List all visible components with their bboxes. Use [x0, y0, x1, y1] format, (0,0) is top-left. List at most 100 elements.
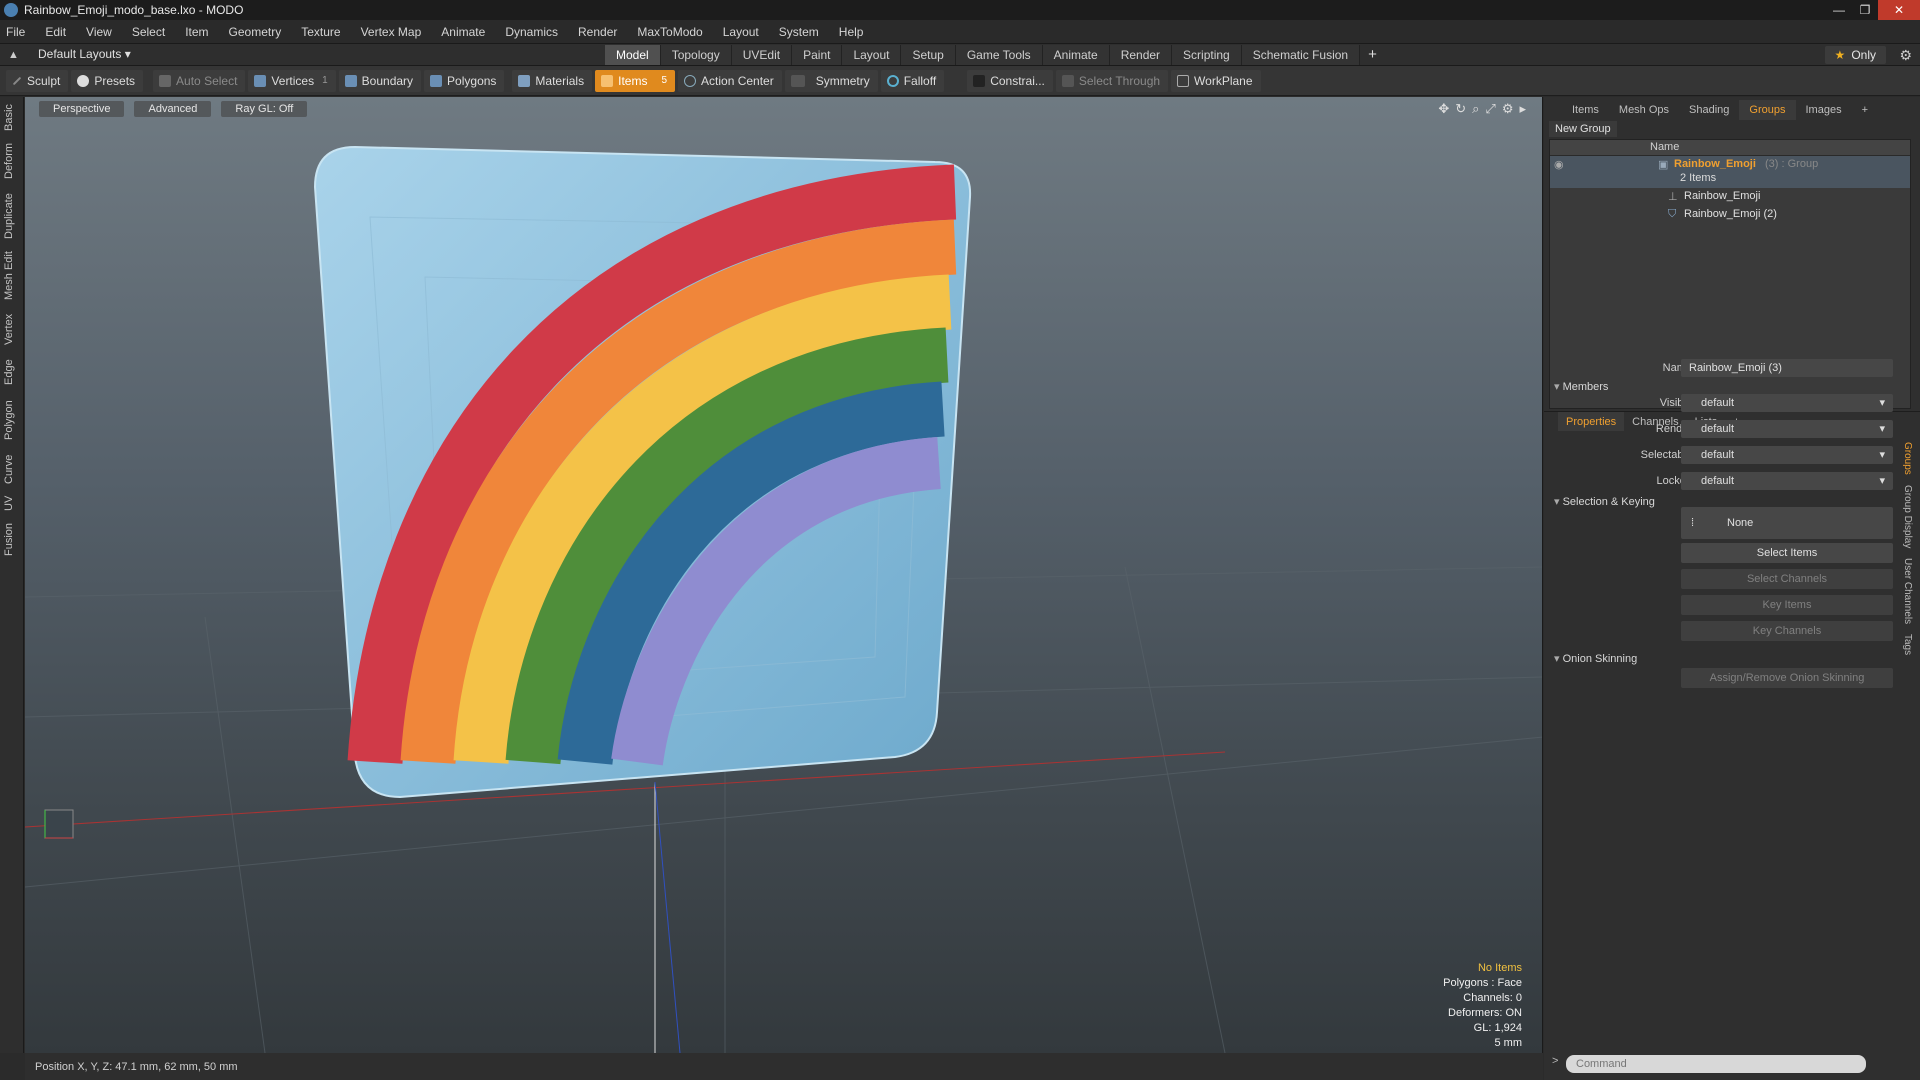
locked-dropdown[interactable]: default [1681, 472, 1893, 490]
list-item[interactable]: ⊥ Rainbow_Emoji [1550, 188, 1910, 206]
polygons-button[interactable]: Polygons [424, 69, 505, 92]
menu-layout[interactable]: Layout [723, 25, 759, 39]
menu-view[interactable]: View [86, 25, 112, 39]
menu-item[interactable]: Item [185, 25, 208, 39]
tab-layout[interactable]: Layout [842, 45, 902, 65]
gear-icon[interactable]: ⚙ [1899, 47, 1912, 64]
add-panel-tab[interactable]: + [1852, 100, 1878, 120]
tab-uvedit[interactable]: UVEdit [731, 45, 793, 65]
left-tab-uv[interactable]: UV [3, 493, 21, 513]
left-tab-basic[interactable]: Basic [3, 103, 21, 133]
left-tab-duplicate[interactable]: Duplicate [3, 191, 21, 241]
add-tab-icon[interactable]: + [1360, 45, 1385, 65]
layout-home-icon[interactable]: ▲ [8, 49, 20, 61]
workplane-button[interactable]: WorkPlane [1171, 69, 1261, 92]
command-input[interactable]: Command [1566, 1055, 1866, 1073]
menu-select[interactable]: Select [132, 25, 165, 39]
onion-skinning-button[interactable]: Assign/Remove Onion Skinning [1681, 668, 1893, 688]
selectable-dropdown[interactable]: default [1681, 446, 1893, 464]
sculpt-button[interactable]: Sculpt [6, 69, 69, 92]
action-center-button[interactable]: Action Center [678, 69, 782, 92]
vertices-button[interactable]: Vertices 1 [248, 69, 336, 92]
zoom-icon[interactable]: ⌕ [1472, 101, 1479, 117]
tab-animate[interactable]: Animate [1042, 45, 1110, 65]
left-tab-edge[interactable]: Edge [3, 357, 21, 387]
3d-viewport[interactable]: Perspective Advanced Ray GL: Off ✥ ↻ ⌕ ⤢… [25, 97, 1543, 1053]
onion-skinning-section[interactable]: Onion Skinning [1554, 652, 1638, 665]
tab-items[interactable]: Items [1562, 100, 1609, 120]
items-button[interactable]: Items 5 [595, 69, 676, 92]
select-through-button[interactable]: Select Through [1055, 69, 1169, 92]
menu-edit[interactable]: Edit [45, 25, 66, 39]
selection-keying-section[interactable]: Selection & Keying [1554, 495, 1655, 508]
left-tab-fusion[interactable]: Fusion [3, 521, 21, 557]
menu-geometry[interactable]: Geometry [229, 25, 282, 39]
visible-dropdown[interactable]: default [1681, 394, 1893, 412]
materials-icon [518, 74, 531, 87]
symmetry-button[interactable]: Symmetry [784, 69, 878, 92]
close-icon[interactable]: ✕ [1878, 0, 1920, 20]
tab-shading[interactable]: Shading [1679, 100, 1739, 120]
auto-select-button[interactable]: Auto Select [153, 69, 246, 92]
tab-paint[interactable]: Paint [792, 45, 843, 65]
minimize-icon[interactable]: — [1826, 0, 1852, 20]
raygl-toggle[interactable]: Ray GL: Off [221, 101, 308, 117]
menu-vertex-map[interactable]: Vertex Map [361, 25, 422, 39]
tab-images[interactable]: Images [1796, 100, 1852, 120]
expand-arrow-icon[interactable]: ▸ [1519, 101, 1526, 117]
select-items-button[interactable]: Select Items [1681, 543, 1893, 563]
menu-texture[interactable]: Texture [301, 25, 340, 39]
tab-scripting[interactable]: Scripting [1172, 45, 1242, 65]
key-items-button[interactable]: Key Items [1681, 595, 1893, 615]
tab-game-tools[interactable]: Game Tools [955, 45, 1043, 65]
layout-dropdown[interactable]: Default Layouts ▾ [38, 47, 131, 61]
fit-icon[interactable]: ⤢ [1485, 101, 1495, 117]
left-tab-vertex[interactable]: Vertex [3, 311, 21, 347]
menu-help[interactable]: Help [839, 25, 864, 39]
materials-button[interactable]: Materials [512, 69, 593, 92]
presets-button[interactable]: Presets [71, 69, 144, 92]
viewport-settings-icon[interactable]: ⚙ [1502, 101, 1514, 117]
new-group-button[interactable]: New Group [1549, 121, 1617, 137]
constraints-button[interactable]: Constrai... [967, 69, 1053, 92]
left-tab-curve[interactable]: Curve [3, 453, 21, 485]
only-button[interactable]: ★ Only [1824, 46, 1886, 64]
select-through-icon [1061, 74, 1074, 87]
menu-render[interactable]: Render [578, 25, 617, 39]
menu-dynamics[interactable]: Dynamics [505, 25, 558, 39]
menu-file[interactable]: File [6, 25, 25, 39]
group-row[interactable]: ◉ ▣ Rainbow_Emoji (3) : Group 2 Items [1550, 156, 1910, 188]
visibility-eye-icon[interactable]: ◉ [1554, 158, 1564, 171]
tab-topology[interactable]: Topology [660, 45, 732, 65]
tab-model[interactable]: Model [605, 45, 661, 65]
menu-system[interactable]: System [779, 25, 819, 39]
side-tab-tags[interactable]: Tags [1902, 634, 1913, 655]
tab-schematic-fusion[interactable]: Schematic Fusion [1241, 45, 1361, 65]
members-section[interactable]: Members [1554, 380, 1609, 393]
key-channels-button[interactable]: Key Channels [1681, 621, 1893, 641]
tab-mesh-ops[interactable]: Mesh Ops [1609, 100, 1679, 120]
menu-animate[interactable]: Animate [441, 25, 485, 39]
menu-maxtomodo[interactable]: MaxToModo [637, 25, 702, 39]
left-tab-polygon[interactable]: Polygon [3, 397, 21, 443]
pan-icon[interactable]: ✥ [1438, 101, 1449, 117]
render-dropdown[interactable]: default [1681, 420, 1893, 438]
rotate-icon[interactable]: ↻ [1455, 101, 1466, 117]
select-channels-button[interactable]: Select Channels [1681, 569, 1893, 589]
side-tab-groups[interactable]: Groups [1902, 442, 1913, 475]
projection-dropdown[interactable]: Perspective [39, 101, 125, 117]
maximize-icon[interactable]: ❐ [1852, 0, 1878, 20]
tab-render[interactable]: Render [1109, 45, 1173, 65]
boundary-button[interactable]: Boundary [338, 69, 422, 92]
left-tab-deform[interactable]: Deform [3, 141, 21, 181]
shading-dropdown[interactable]: Advanced [134, 101, 212, 117]
tab-groups[interactable]: Groups [1739, 100, 1796, 120]
tab-setup[interactable]: Setup [901, 45, 956, 65]
falloff-button[interactable]: Falloff [880, 69, 945, 92]
side-tab-group-display[interactable]: Group Display [1902, 485, 1913, 548]
none-button[interactable]: ⁞ None [1681, 507, 1893, 539]
left-tab-mesh-edit[interactable]: Mesh Edit [3, 251, 21, 301]
side-tab-user-channels[interactable]: User Channels [1902, 558, 1913, 624]
name-field[interactable]: Rainbow_Emoji (3) [1681, 359, 1893, 377]
list-item[interactable]: ⛉ Rainbow_Emoji (2) [1550, 206, 1910, 224]
